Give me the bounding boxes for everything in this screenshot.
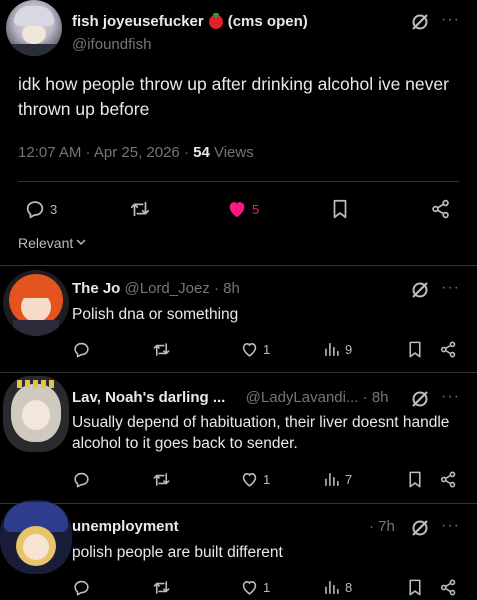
reply-views-button[interactable]: 9 <box>322 340 352 359</box>
retweet-icon <box>152 340 171 359</box>
main-post-text: idk how people throw up after drinking a… <box>18 74 449 119</box>
bookmark-icon <box>406 470 424 489</box>
main-post-name-suffix: (cms open) <box>227 13 308 30</box>
reply-header: The Jo @Lord_Joez · 8h <box>72 280 240 297</box>
tomato-emoji-icon <box>208 12 223 29</box>
grok-icon[interactable] <box>410 12 430 37</box>
reply-views-button[interactable]: 7 <box>322 470 352 489</box>
main-post-display-name[interactable]: fish joyeusefucker <box>72 13 204 30</box>
reply-display-name[interactable]: Lav, Noah's darling ... <box>72 389 225 406</box>
retweet-icon <box>152 578 171 597</box>
views-icon <box>322 470 341 489</box>
share-icon <box>439 340 458 359</box>
reply-avatar[interactable] <box>3 270 69 336</box>
heart-icon <box>240 340 259 359</box>
reply-like-button[interactable]: 1 <box>240 340 270 359</box>
reply-icon <box>24 198 46 220</box>
grok-icon[interactable] <box>410 518 430 543</box>
reply-share-button[interactable] <box>439 470 458 489</box>
reply-views-button[interactable]: 8 <box>322 578 352 597</box>
reply-text: Usually depend of habituation, their liv… <box>72 414 450 452</box>
reply-like-count: 1 <box>263 342 271 357</box>
reply-text: polish people are built different <box>72 544 283 561</box>
main-post-views-label: Views <box>213 144 254 161</box>
more-icon[interactable]: ··· <box>441 517 460 535</box>
reply-share-button[interactable] <box>439 578 458 597</box>
bookmark-icon <box>406 340 424 359</box>
reply-bookmark-button[interactable] <box>406 340 424 359</box>
share-icon <box>439 578 458 597</box>
reply-bookmark-button[interactable] <box>406 470 424 489</box>
reply-icon <box>72 578 91 597</box>
reply-like-count: 1 <box>263 580 271 595</box>
retweet-icon <box>152 470 171 489</box>
reply-time[interactable]: · 8h <box>214 280 240 297</box>
grok-icon[interactable] <box>410 389 430 414</box>
main-post-avatar[interactable] <box>6 0 62 56</box>
reply-retweet-button[interactable] <box>152 470 171 489</box>
more-icon[interactable]: ··· <box>441 279 460 297</box>
views-icon <box>322 340 341 359</box>
reply-reply-button[interactable] <box>72 578 91 597</box>
main-like-count: 5 <box>252 201 260 217</box>
reply-display-name[interactable]: unemployment <box>72 518 179 535</box>
main-post-author[interactable]: fish joyeusefucker (cms open) <box>72 12 308 30</box>
reply-view-count: 8 <box>345 580 353 595</box>
main-post-views-count[interactable]: 54 <box>193 144 210 161</box>
share-icon <box>430 198 452 220</box>
main-post-handle[interactable]: @ifoundfish <box>72 36 151 53</box>
heart-icon <box>226 198 248 220</box>
more-icon[interactable]: ··· <box>441 11 460 29</box>
bookmark-icon <box>406 578 424 597</box>
reply-retweet-button[interactable] <box>152 578 171 597</box>
more-icon[interactable]: ··· <box>441 388 460 406</box>
reply-header: unemployment <box>72 518 179 535</box>
main-retweet-button[interactable] <box>129 198 151 220</box>
reply-time[interactable]: · 8h <box>363 389 389 406</box>
sort-label: Relevant <box>18 235 74 251</box>
views-icon <box>322 578 341 597</box>
reply-share-button[interactable] <box>439 340 458 359</box>
reply-avatar[interactable] <box>0 500 72 574</box>
reply-like-button[interactable]: 1 <box>240 578 270 597</box>
divider <box>0 503 477 504</box>
reply-icon <box>72 470 91 489</box>
heart-icon <box>240 578 259 597</box>
reply-handle[interactable]: @Lord_Joez <box>125 280 210 297</box>
reply-avatar[interactable] <box>3 376 69 452</box>
divider <box>0 372 477 373</box>
reply-icon <box>72 340 91 359</box>
reply-retweet-button[interactable] <box>152 340 171 359</box>
main-like-button[interactable]: 5 <box>226 198 259 220</box>
main-share-button[interactable] <box>430 198 452 220</box>
share-icon <box>439 470 458 489</box>
main-post-timestamp[interactable]: 12:07 AM · Apr 25, 2026 · <box>18 144 189 161</box>
reply-handle[interactable]: @LadyLavandi... <box>246 389 359 406</box>
reply-bookmark-button[interactable] <box>406 578 424 597</box>
reply-text: Polish dna or something <box>72 306 239 323</box>
bookmark-icon <box>330 198 350 220</box>
main-post-meta: 12:07 AM · Apr 25, 2026 · 54 Views <box>18 144 254 161</box>
reply-reply-button[interactable] <box>72 470 91 489</box>
main-reply-button[interactable]: 3 <box>24 198 57 220</box>
reply-view-count: 7 <box>345 472 353 487</box>
reply-time[interactable]: · 7h <box>369 518 395 535</box>
reply-reply-button[interactable] <box>72 340 91 359</box>
reply-header: Lav, Noah's darling ... @LadyLavandi... … <box>72 389 389 406</box>
main-bookmark-button[interactable] <box>330 198 350 220</box>
reply-display-name[interactable]: The Jo <box>72 280 120 297</box>
divider <box>0 265 477 266</box>
divider <box>18 181 459 182</box>
sort-dropdown[interactable]: Relevant <box>18 235 87 251</box>
retweet-icon <box>129 198 151 220</box>
grok-icon[interactable] <box>410 280 430 305</box>
chevron-down-icon <box>75 235 87 251</box>
heart-icon <box>240 470 259 489</box>
main-reply-count: 3 <box>50 201 58 217</box>
reply-view-count: 9 <box>345 342 353 357</box>
reply-like-count: 1 <box>263 472 271 487</box>
reply-like-button[interactable]: 1 <box>240 470 270 489</box>
